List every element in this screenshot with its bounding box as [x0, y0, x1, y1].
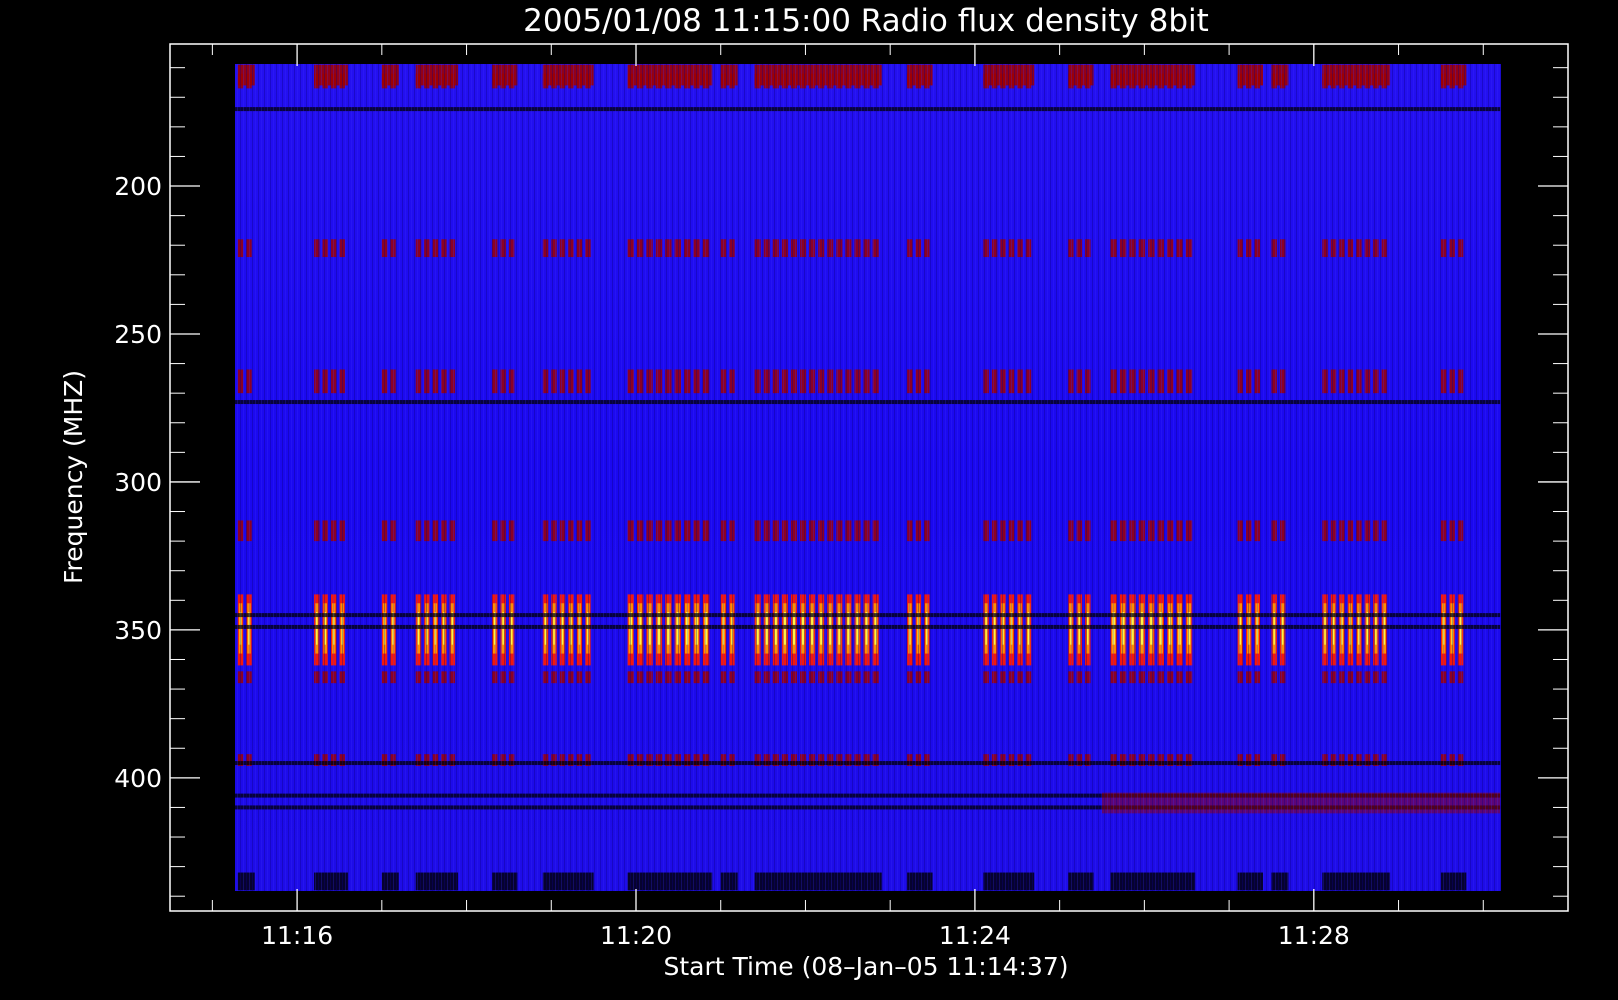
y-tick-label: 200	[114, 172, 162, 201]
y-tick-label: 400	[114, 764, 162, 793]
y-axis-label: Frequency (MHZ)	[59, 370, 88, 584]
y-tick-label: 250	[114, 320, 162, 349]
x-tick-label: 11:20	[600, 921, 672, 950]
y-tick-label: 350	[114, 616, 162, 645]
spectrogram-chart: 2005/01/08 11:15:00 Radio flux density 8…	[59, 3, 1569, 981]
y-tick-label: 300	[114, 468, 162, 497]
x-axis-label: Start Time (08–Jan–05 11:14:37)	[663, 952, 1068, 981]
x-tick-label: 11:28	[1278, 921, 1350, 950]
x-tick-label: 11:16	[261, 921, 333, 950]
spectrogram-texture	[235, 64, 1501, 891]
spectrogram-image	[233, 64, 1501, 891]
chart-title: 2005/01/08 11:15:00 Radio flux density 8…	[523, 3, 1209, 39]
x-tick-label: 11:24	[939, 921, 1011, 950]
